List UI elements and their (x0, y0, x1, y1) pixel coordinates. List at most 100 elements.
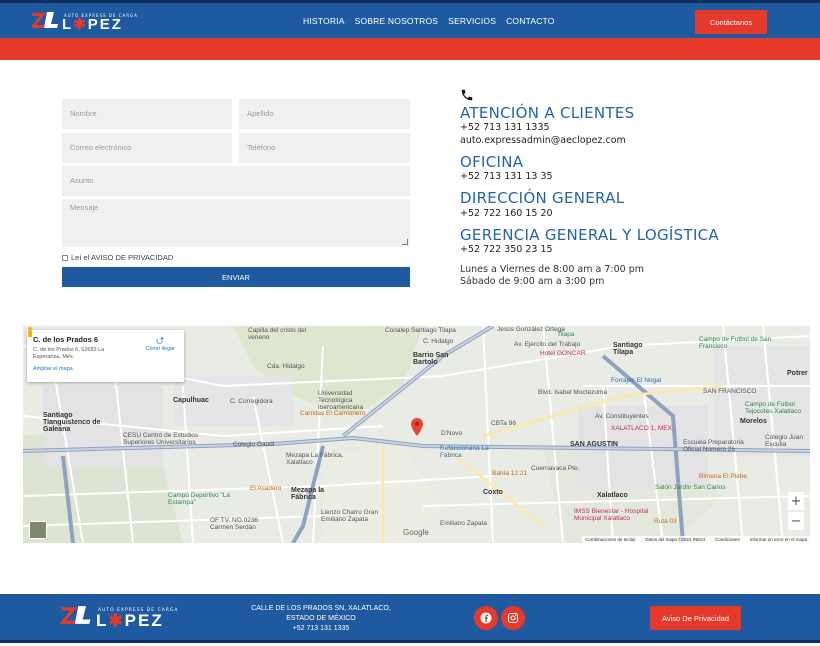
instagram-icon (507, 612, 519, 624)
map-label-escuela: Escuela Preparatoria Oficial Número 26 (683, 439, 744, 453)
road-c-hidalgo: C. Hidalgo (423, 338, 454, 345)
map-terms-link[interactable]: Condiciones (715, 537, 740, 542)
road-constituyentes: Av. Constituyentes (595, 413, 649, 420)
atencion-phone[interactable]: +52 713 131 1335 (460, 122, 550, 133)
map-pin-icon[interactable] (411, 418, 423, 436)
gerencia-phone[interactable]: +52 722 350 23 15 (460, 244, 553, 255)
map-label-san-agustin: SAN AGUSTIN (570, 441, 618, 448)
logo-mark (30, 11, 60, 34)
privacy-consent: Leí el AVISO DE PRIVACIDAD (62, 253, 173, 262)
email-field[interactable]: Correo electrónico (62, 133, 232, 163)
direccion-heading: DIRECCIÓN GENERAL (460, 189, 625, 207)
nav-historia[interactable]: HISTORIA (303, 16, 345, 26)
map-label-salon: Salón Jardín San Carlos (655, 484, 726, 491)
logo-wordmark: L✱PEZ (62, 16, 123, 33)
map-label-dnovo: D'Novo (441, 430, 463, 437)
map-label-xalatlaco: Xalatlaco (597, 492, 628, 499)
footer-logo-wordmark: L✱PEZ (96, 611, 164, 630)
hours-saturday: Sábado de 9:00 am a 3:00 pm (460, 276, 605, 287)
instagram-link[interactable] (501, 606, 525, 630)
facebook-link[interactable] (474, 606, 498, 630)
privacy-checkbox[interactable] (62, 254, 68, 261)
privacy-notice-button[interactable]: Aviso De Privacidad (650, 606, 741, 630)
map-report-link[interactable]: Informar un error en el mapa (750, 537, 807, 542)
map-label-cbta: CBTa 96 (491, 420, 516, 427)
resize-handle-icon[interactable] (402, 239, 408, 245)
footer-logo[interactable]: AUTO EXPRESS DE CARGA L✱PEZ (59, 606, 179, 630)
place-card: C. de los Prados 6 C. de los Prados 6, 5… (27, 330, 184, 382)
map-label-lienzo: Lienzo Charro Gran Emiliano Zapata (321, 509, 379, 523)
phone-icon (461, 89, 473, 101)
map-label-barrio: Barrio San Bartolo (413, 352, 449, 366)
embedded-map[interactable]: C. de los Prados 6 C. de los Prados 6, 5… (23, 326, 810, 543)
road-jesus-gonzalez: Jesús González Ortega (497, 326, 565, 333)
atencion-email[interactable]: auto.expressadmin@aeclopez.com (460, 135, 626, 146)
footer-address-line2: ESTADO DE MÉXICO (286, 615, 356, 622)
map-label-colegio-gaudi: Colegio Gaudí (233, 441, 275, 448)
enlarge-map-link[interactable]: Ampliar el mapa (33, 366, 178, 372)
map-label-xalatlaco-mex: XALATLACO 1, MEX (611, 425, 672, 432)
nav-sobre-nosotros[interactable]: SOBRE NOSOTROS (355, 16, 439, 26)
map-shortcuts-link[interactable]: Combinaciones de teclas (585, 537, 635, 542)
submit-button[interactable]: ENVIAR (62, 267, 410, 287)
road-cuernavaca: Cuernavaca Pte. (531, 465, 580, 472)
map-label-santiago-tianguistenco: Santiago Tianguistenco de Galeana (43, 412, 101, 433)
google-logo: Google (403, 528, 429, 537)
direccion-phone[interactable]: +52 722 160 15 20 (460, 208, 553, 219)
directions-button[interactable]: ⮍ Cómo llegar (145, 336, 175, 353)
nav-servicios[interactable]: SERVICIOS (448, 16, 496, 26)
gerencia-heading: GERENCIA GENERAL Y LOGÍSTICA (460, 226, 719, 244)
road-ejercito: Av. Ejército del Trabajo (514, 341, 581, 348)
map-label-coxto: Coxto (483, 489, 503, 496)
main-nav: HISTORIA SOBRE NOSOTROS SERVICIOS CONTAC… (303, 16, 555, 26)
zoom-in-button[interactable]: + (788, 492, 804, 510)
site-logo[interactable]: AUTO EXPRESS DE CARGA L✱PEZ (30, 11, 138, 34)
map-label-santiago-tilapa: Santiago Tilapa (613, 342, 643, 356)
map-label-mezapa-fabrica-top: Mezapa La Fábrica, Xalatlaco (286, 452, 344, 466)
nombre-field[interactable]: Nombre (62, 99, 232, 129)
phone-field[interactable]: Teléfono (239, 133, 410, 163)
map-label-refaccionaria: Refaccionaria La Fábrica (440, 445, 489, 459)
atencion-heading: ATENCIÓN A CLIENTES (460, 104, 635, 122)
zoom-out-button[interactable]: − (788, 512, 804, 530)
privacy-label[interactable]: Leí el AVISO DE PRIVACIDAD (71, 253, 173, 262)
oficina-phone[interactable]: +52 713 131 13 35 (460, 171, 553, 182)
red-band (0, 38, 820, 60)
nav-contacto[interactable]: CONTACTO (506, 16, 555, 26)
map-label-bimeria: Bimeria El Plebe (699, 473, 748, 480)
map-label-campo-tejocotes: Campo de Fútbol Tejocotes Xalatlaco (745, 401, 802, 415)
message-textarea[interactable]: Mensaje (62, 199, 410, 247)
map-label-campo-deportivo: Campo Deportivo "La Estampa" (168, 492, 230, 506)
satellite-toggle[interactable] (29, 521, 47, 539)
subject-field[interactable]: Asunto (62, 166, 410, 196)
contact-button[interactable]: Contáctanos (695, 10, 767, 34)
map-label-campo-futbol: Campo de Futbol de San Francisco (699, 336, 772, 350)
footer-address-line1: CALLE DE LOS PRADOS SN, XALATLACO, (251, 605, 391, 612)
map-data-attribution: Datos del mapa ©2024 INEGI (645, 537, 705, 542)
map-label-el-asadero: El Asadero (250, 485, 282, 492)
pegman-icon[interactable] (23, 326, 37, 340)
map-label-goncar: Hotel GONCAR (540, 350, 586, 357)
road-isabel: Blvd. Isabel Moctezuma (538, 389, 608, 396)
map-label-of-tv: OF TV. NO.0236 Carmen Serdán (210, 517, 259, 531)
map-label-cesu: CESU Centro de Estudios Superiores Unive… (123, 432, 199, 446)
map-label-bahia: Bahía 12:21 (492, 470, 528, 477)
directions-icon: ⮍ (156, 336, 165, 347)
place-address: C. de los Prados 6, 52683 La Esperanza, … (33, 347, 105, 360)
map-label-san-francisco: SAN FRANCISCO (703, 388, 757, 395)
road-emiliano: Emiliano Zapata (440, 520, 487, 527)
map-label-colegio-juan: Colegio Juan Escutia (765, 434, 803, 448)
facebook-icon (480, 612, 492, 624)
road-corregidora: C. Corregidora (230, 398, 273, 405)
road-cda-hidalgo: Cda. Hidalgo (267, 363, 305, 370)
footer-phone[interactable]: +52 713 131 1335 (240, 624, 402, 634)
message-placeholder: Mensaje (70, 203, 99, 212)
map-label-forrajes: Forrajes El Nogal (611, 377, 662, 384)
apellido-field[interactable]: Apellido (239, 99, 410, 129)
map-label-capulhuac: Capulhuac (173, 397, 209, 404)
map-label-conalep: Conalep Santiago Tilapa (385, 327, 456, 334)
map-label-morelos: Morelos (740, 418, 767, 425)
oficina-heading: OFICINA (460, 153, 524, 171)
map-label-tilapa: Tilapa (557, 331, 575, 338)
hours-weekday: Lunes a Viernes de 8:00 am a 7:00 pm (460, 264, 644, 275)
